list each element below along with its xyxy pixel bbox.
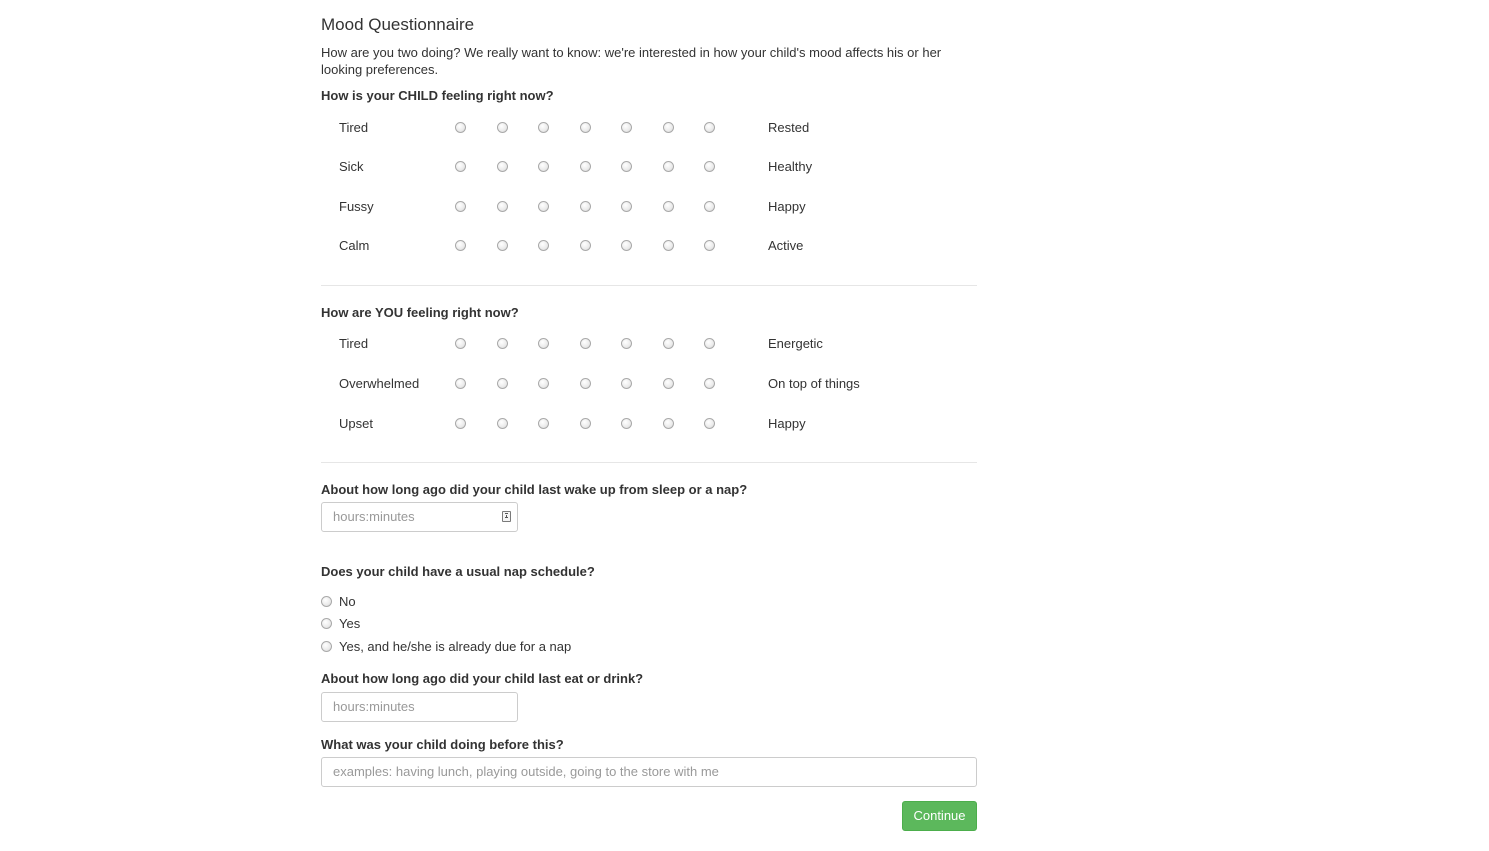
scale-radio-5[interactable] (621, 240, 632, 251)
scale-radio-4[interactable] (580, 240, 591, 251)
scale-radio-2[interactable] (497, 161, 508, 172)
scale-radio-6[interactable] (663, 122, 674, 133)
scale-radio-1[interactable] (455, 378, 466, 389)
scale-right-label: Energetic (768, 336, 823, 351)
contact-card-icon[interactable] (502, 511, 511, 522)
section-divider (321, 285, 977, 286)
section-divider (321, 462, 977, 463)
scale-radio-4[interactable] (580, 161, 591, 172)
child-scale-row-sick-healthy: Sick Healthy (321, 157, 977, 177)
scale-radio-5[interactable] (621, 338, 632, 349)
scale-right-label: Healthy (768, 159, 813, 174)
scale-radio-3[interactable] (538, 201, 549, 212)
child-scale-row-tired-rested: Tired Rested (321, 118, 977, 138)
last-eat-question: About how long ago did your child last e… (321, 671, 644, 686)
intro-text: How are you two doing? We really want to… (321, 45, 942, 77)
activity-input[interactable]: examples: having lunch, playing outside,… (321, 757, 977, 787)
scale-right-label: On top of things (768, 376, 860, 391)
scale-radio-7[interactable] (704, 161, 715, 172)
scale-radio-2[interactable] (497, 240, 508, 251)
scale-radio-6[interactable] (663, 418, 674, 429)
scale-radio-6[interactable] (663, 240, 674, 251)
nap-option-yes[interactable]: Yes (321, 615, 721, 633)
last-eat-placeholder: hours:minutes (333, 699, 415, 714)
scale-radio-3[interactable] (538, 418, 549, 429)
activity-placeholder: examples: having lunch, playing outside,… (333, 764, 719, 779)
scale-radio-3[interactable] (538, 338, 549, 349)
parent-scale-row-upset-happy: Upset Happy (321, 414, 977, 434)
scale-radio-5[interactable] (621, 418, 632, 429)
scale-left-label: Fussy (339, 199, 374, 214)
scale-radio-7[interactable] (704, 418, 715, 429)
scale-radio-2[interactable] (497, 122, 508, 133)
scale-radio-1[interactable] (455, 418, 466, 429)
scale-radio-2[interactable] (497, 338, 508, 349)
scale-radio-7[interactable] (704, 201, 715, 212)
scale-left-label: Tired (339, 336, 369, 351)
nap-option-radio[interactable] (321, 641, 332, 652)
scale-left-label: Upset (339, 416, 373, 431)
nap-option-label: Yes, and he/she is already due for a nap (339, 639, 572, 654)
scale-radio-2[interactable] (497, 418, 508, 429)
scale-right-label: Rested (768, 120, 810, 135)
last-wake-placeholder: hours:minutes (333, 509, 415, 524)
scale-radio-6[interactable] (663, 338, 674, 349)
last-eat-input[interactable]: hours:minutes (321, 692, 518, 722)
activity-question: What was your child doing before this? (321, 737, 564, 752)
nap-option-radio[interactable] (321, 618, 332, 629)
scale-radio-5[interactable] (621, 201, 632, 212)
parent-scale-row-overwhelmed-on-top: Overwhelmed On top of things (321, 374, 977, 394)
scale-radio-3[interactable] (538, 122, 549, 133)
nap-option-yes-due[interactable]: Yes, and he/she is already due for a nap (321, 638, 721, 656)
scale-radio-3[interactable] (538, 240, 549, 251)
scale-radio-1[interactable] (455, 122, 466, 133)
scale-radio-4[interactable] (580, 338, 591, 349)
scale-radio-7[interactable] (704, 240, 715, 251)
scale-radio-2[interactable] (497, 378, 508, 389)
scale-radio-4[interactable] (580, 122, 591, 133)
child-scale-row-fussy-happy: Fussy Happy (321, 197, 977, 217)
scale-left-label: Sick (339, 159, 364, 174)
scale-radio-7[interactable] (704, 122, 715, 133)
child-mood-question: How is your CHILD feeling right now? (321, 88, 554, 103)
nap-option-label: Yes (339, 616, 361, 631)
scale-radio-1[interactable] (455, 161, 466, 172)
parent-scale-row-tired-energetic: Tired Energetic (321, 334, 977, 354)
scale-left-label: Calm (339, 238, 370, 253)
scale-radio-7[interactable] (704, 378, 715, 389)
nap-schedule-question: Does your child have a usual nap schedul… (321, 564, 595, 579)
continue-button[interactable]: Continue (902, 801, 977, 831)
scale-right-label: Happy (768, 416, 806, 431)
last-wake-input[interactable]: hours:minutes (321, 502, 518, 532)
scale-radio-1[interactable] (455, 240, 466, 251)
scale-radio-6[interactable] (663, 161, 674, 172)
parent-mood-question: How are YOU feeling right now? (321, 305, 519, 320)
scale-radio-5[interactable] (621, 378, 632, 389)
scale-radio-6[interactable] (663, 201, 674, 212)
scale-radio-2[interactable] (497, 201, 508, 212)
nap-option-radio[interactable] (321, 596, 332, 607)
scale-radio-5[interactable] (621, 122, 632, 133)
child-scale-row-calm-active: Calm Active (321, 236, 977, 256)
scale-radio-4[interactable] (580, 201, 591, 212)
scale-radio-3[interactable] (538, 378, 549, 389)
nap-option-label: No (339, 594, 356, 609)
scale-right-label: Active (768, 238, 804, 253)
scale-radio-4[interactable] (580, 418, 591, 429)
nap-option-no[interactable]: No (321, 593, 721, 611)
scale-right-label: Happy (768, 199, 806, 214)
page-title: Mood Questionnaire (321, 15, 475, 34)
scale-radio-6[interactable] (663, 378, 674, 389)
scale-radio-3[interactable] (538, 161, 549, 172)
scale-radio-5[interactable] (621, 161, 632, 172)
scale-left-label: Overwhelmed (339, 376, 420, 391)
last-wake-question: About how long ago did your child last w… (321, 482, 748, 497)
scale-radio-1[interactable] (455, 201, 466, 212)
scale-radio-1[interactable] (455, 338, 466, 349)
scale-radio-7[interactable] (704, 338, 715, 349)
scale-left-label: Tired (339, 120, 369, 135)
scale-radio-4[interactable] (580, 378, 591, 389)
